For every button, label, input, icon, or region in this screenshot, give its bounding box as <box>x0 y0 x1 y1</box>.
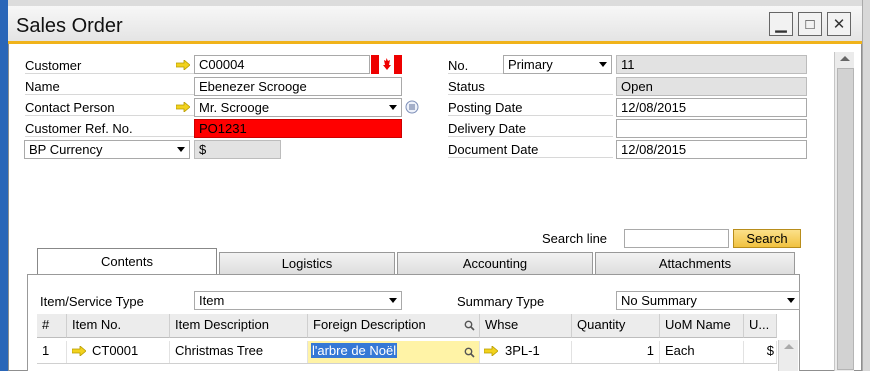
delivery-date-field[interactable] <box>616 119 807 138</box>
column-header-foreign-description[interactable]: Foreign Description <box>308 314 480 338</box>
minimize-button[interactable]: ▁ <box>769 12 793 36</box>
maximize-button[interactable]: □ <box>798 12 822 36</box>
dropdown-arrow-icon <box>389 105 397 110</box>
summary-type-select[interactable]: No Summary <box>616 291 800 310</box>
dropdown-arrow-icon <box>177 147 185 152</box>
tab-contents[interactable]: Contents <box>37 248 217 274</box>
contact-person-label: Contact Person <box>25 99 195 116</box>
column-header-u[interactable]: U... <box>744 314 777 338</box>
document-date-field[interactable]: 12/08/2015 <box>616 140 807 159</box>
posting-date-field[interactable]: 12/08/2015 <box>616 98 807 117</box>
column-header-item-description[interactable]: Item Description <box>170 314 308 338</box>
row-item-no[interactable]: CT0001 <box>87 341 170 363</box>
foreign-description-selected-text: l'arbre de Noël <box>311 343 398 358</box>
document-number-field[interactable]: 11 <box>616 55 807 74</box>
scroll-up-icon[interactable] <box>779 340 799 352</box>
title-bar[interactable] <box>8 6 862 44</box>
item-service-type-label: Item/Service Type <box>40 294 144 309</box>
scroll-thumb[interactable] <box>837 68 854 370</box>
close-button[interactable]: ✕ <box>827 12 851 36</box>
table-scrollbar[interactable] <box>778 340 798 371</box>
row-item-description[interactable]: Christmas Tree <box>170 341 308 363</box>
scroll-up-icon[interactable] <box>835 52 855 64</box>
dropdown-arrow-icon <box>599 62 607 67</box>
currency-field[interactable]: $ <box>194 140 281 159</box>
list-icon[interactable] <box>405 100 419 114</box>
item-service-type-value: Item <box>199 293 225 308</box>
canada-flag-icon <box>371 55 402 74</box>
maximize-icon: □ <box>805 15 815 33</box>
window-title: Sales Order <box>16 15 123 37</box>
column-header-whse[interactable]: Whse <box>480 314 572 338</box>
status-label: Status <box>448 78 613 95</box>
series-select[interactable]: Primary <box>503 55 612 74</box>
link-arrow-icon[interactable] <box>72 346 86 356</box>
tab-accounting[interactable]: Accounting <box>397 252 593 274</box>
series-value: Primary <box>508 57 553 72</box>
background-window-edge <box>0 0 8 371</box>
document-date-label: Document Date <box>448 141 613 158</box>
row-foreign-description[interactable]: l'arbre de Noël <box>308 341 480 363</box>
minimize-icon: ▁ <box>775 16 787 33</box>
row-quantity[interactable]: 1 <box>572 341 660 363</box>
summary-type-value: No Summary <box>621 293 697 308</box>
foreign-description-header-label: Foreign Description <box>313 317 426 332</box>
delivery-date-label: Delivery Date <box>448 120 613 137</box>
background-window-edge-right <box>862 0 870 371</box>
row-whse[interactable]: 3PL-1 <box>500 341 572 363</box>
row-uom-name[interactable]: Each <box>660 341 744 363</box>
name-label: Name <box>25 78 195 95</box>
contact-person-value: Mr. Scrooge <box>199 100 270 115</box>
column-header-number[interactable]: # <box>37 314 67 338</box>
tab-attachments[interactable]: Attachments <box>595 252 795 274</box>
row-u[interactable]: $ <box>744 341 777 363</box>
search-button[interactable]: Search <box>733 229 801 248</box>
status-field: Open <box>616 77 807 96</box>
item-service-type-select[interactable]: Item <box>194 291 402 310</box>
posting-date-label: Posting Date <box>448 99 613 116</box>
contact-person-select[interactable]: Mr. Scrooge <box>194 98 402 117</box>
search-line-input[interactable] <box>624 229 729 248</box>
dropdown-arrow-icon <box>389 298 397 303</box>
link-arrow-icon[interactable] <box>484 346 498 356</box>
search-line-label: Search line <box>542 231 608 246</box>
magnifier-icon[interactable] <box>464 347 475 358</box>
tab-logistics[interactable]: Logistics <box>219 252 395 274</box>
customer-ref-label: Customer Ref. No. <box>25 120 195 137</box>
link-arrow-icon[interactable] <box>176 60 190 70</box>
name-field[interactable]: Ebenezer Scrooge <box>194 77 402 96</box>
bp-currency-value: BP Currency <box>29 142 103 157</box>
column-header-uom-name[interactable]: UoM Name <box>660 314 744 338</box>
dropdown-arrow-icon <box>787 298 795 303</box>
window-scrollbar[interactable] <box>834 52 854 371</box>
bp-currency-select[interactable]: BP Currency <box>24 140 190 159</box>
column-header-item-no[interactable]: Item No. <box>67 314 170 338</box>
row-number[interactable]: 1 <box>37 341 67 363</box>
column-header-quantity[interactable]: Quantity <box>572 314 660 338</box>
close-icon: ✕ <box>832 16 846 33</box>
row-divider <box>37 363 777 364</box>
customer-label: Customer <box>25 57 195 74</box>
customer-code-field[interactable]: C00004 <box>194 55 370 74</box>
no-label: No. <box>448 57 503 74</box>
link-arrow-icon[interactable] <box>176 102 190 112</box>
summary-type-label: Summary Type <box>457 294 545 309</box>
magnifier-icon[interactable] <box>464 320 475 331</box>
customer-ref-field[interactable]: PO1231 <box>194 119 402 138</box>
